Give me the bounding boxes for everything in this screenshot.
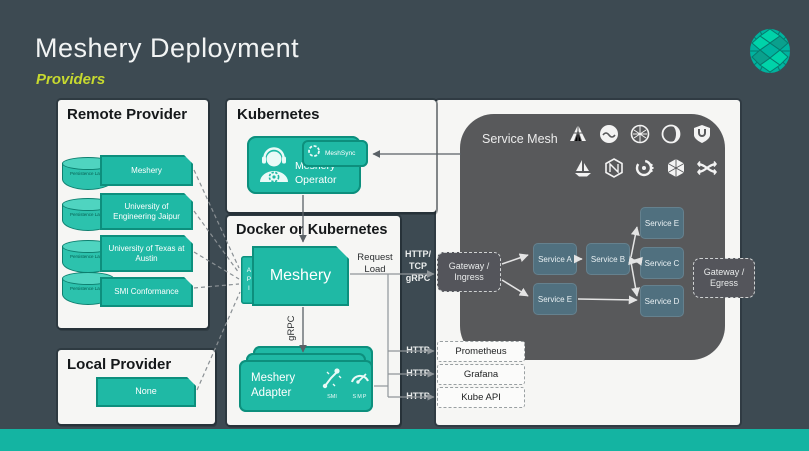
http-label-2: HTTP xyxy=(399,367,437,379)
grafana-box[interactable]: Grafana xyxy=(437,364,525,385)
service-a-box[interactable]: Service A xyxy=(533,243,577,275)
service-e-top-box[interactable]: Service E xyxy=(640,207,684,239)
local-provider-title: Local Provider xyxy=(67,356,171,373)
kubernetes-title: Kubernetes xyxy=(237,106,320,123)
page-title: Meshery Deployment xyxy=(35,33,299,64)
service-e-bottom-box[interactable]: Service E xyxy=(533,283,577,315)
tool-label: Grafana xyxy=(464,369,498,380)
service-c-box[interactable]: Service C xyxy=(640,247,684,279)
meshery-logo-icon xyxy=(748,28,792,79)
provider-item-label: Meshery xyxy=(131,166,162,176)
smi-icon: SMI xyxy=(321,366,343,400)
service-label: Service E xyxy=(645,219,679,228)
http-label-3: HTTP xyxy=(399,390,437,402)
service-mesh-box: Service Mesh xyxy=(460,114,725,360)
kuma-icon xyxy=(692,124,712,144)
remote-provider-item-jaipur[interactable]: University of Engineering Jaipur xyxy=(100,193,193,230)
protocol-stack-label: HTTP/ TCP gRPC xyxy=(399,248,437,284)
service-mesh-title: Service Mesh xyxy=(482,132,558,146)
api-label: API xyxy=(244,267,253,294)
slide-canvas: { "header": { "title": "Meshery Deployme… xyxy=(0,0,809,451)
mesh-logo-row-2 xyxy=(573,158,717,178)
service-label: Service B xyxy=(591,255,625,264)
provider-item-label: University of Texas at Austin xyxy=(104,244,189,264)
smp-label: SMP xyxy=(349,394,371,400)
citrix-service-mesh-icon xyxy=(666,158,686,178)
meshery-label: Meshery xyxy=(270,266,331,286)
page-subtitle: Providers xyxy=(36,71,105,88)
footer-bar xyxy=(0,429,809,451)
mesh-logo-row-1 xyxy=(568,124,712,144)
service-label: Service A xyxy=(538,255,572,264)
smi-label: SMI xyxy=(321,394,343,400)
gateway-egress-box[interactable]: Gateway / Egress xyxy=(693,258,755,298)
remote-provider-item-smi[interactable]: SMI Conformance xyxy=(100,277,193,307)
gateway-label: Ingress xyxy=(454,272,484,283)
open-service-mesh-icon xyxy=(661,124,681,144)
smp-gauge-icon: SMP xyxy=(349,366,371,400)
istio-icon xyxy=(573,158,593,178)
service-label: Service D xyxy=(645,297,680,306)
remote-provider-item-texas[interactable]: University of Texas at Austin xyxy=(100,235,193,272)
gateway-label: Gateway / xyxy=(704,267,745,278)
app-mesh-icon xyxy=(599,124,619,144)
tool-label: Prometheus xyxy=(455,346,506,357)
http-label-1: HTTP xyxy=(399,344,437,356)
service-d-box[interactable]: Service D xyxy=(640,285,684,317)
remote-provider-title: Remote Provider xyxy=(67,106,187,123)
traefik-mesh-icon xyxy=(697,158,717,178)
consul-icon xyxy=(635,158,655,178)
grpc-label: gRPC xyxy=(286,308,298,348)
gateway-label: Egress xyxy=(710,278,738,289)
gateway-label: Gateway / xyxy=(449,261,490,272)
meshery-adapter-box[interactable]: Meshery Adapter SMI SMP xyxy=(239,360,373,412)
network-service-mesh-icon xyxy=(630,124,650,144)
meshsync-label: MeshSync xyxy=(325,150,355,157)
service-label: Service E xyxy=(538,295,572,304)
tool-label: Kube API xyxy=(461,392,501,403)
request-load-label: Request Load xyxy=(352,252,398,277)
remote-provider-item-meshery[interactable]: Meshery xyxy=(100,155,193,186)
nginx-service-mesh-icon xyxy=(604,158,624,178)
service-b-box[interactable]: Service B xyxy=(586,243,630,275)
operator-icon xyxy=(255,144,293,191)
meshsync-box[interactable]: MeshSync xyxy=(302,140,368,167)
adapter-label: Meshery Adapter xyxy=(251,371,295,401)
local-provider-item-none[interactable]: None xyxy=(96,377,196,407)
provider-item-label: None xyxy=(135,386,157,397)
meshery-box[interactable]: Meshery xyxy=(252,246,349,306)
service-label: Service C xyxy=(645,259,680,268)
kube-api-box[interactable]: Kube API xyxy=(437,387,525,408)
sync-dashed-circle-icon xyxy=(307,144,321,163)
provider-item-label: SMI Conformance xyxy=(114,287,178,297)
gateway-ingress-box[interactable]: Gateway / Ingress xyxy=(437,252,501,292)
linkerd-icon xyxy=(568,124,588,144)
docker-kubernetes-title: Docker or Kubernetes xyxy=(236,222,388,238)
provider-item-label: University of Engineering Jaipur xyxy=(104,202,189,222)
prometheus-box[interactable]: Prometheus xyxy=(437,341,525,362)
